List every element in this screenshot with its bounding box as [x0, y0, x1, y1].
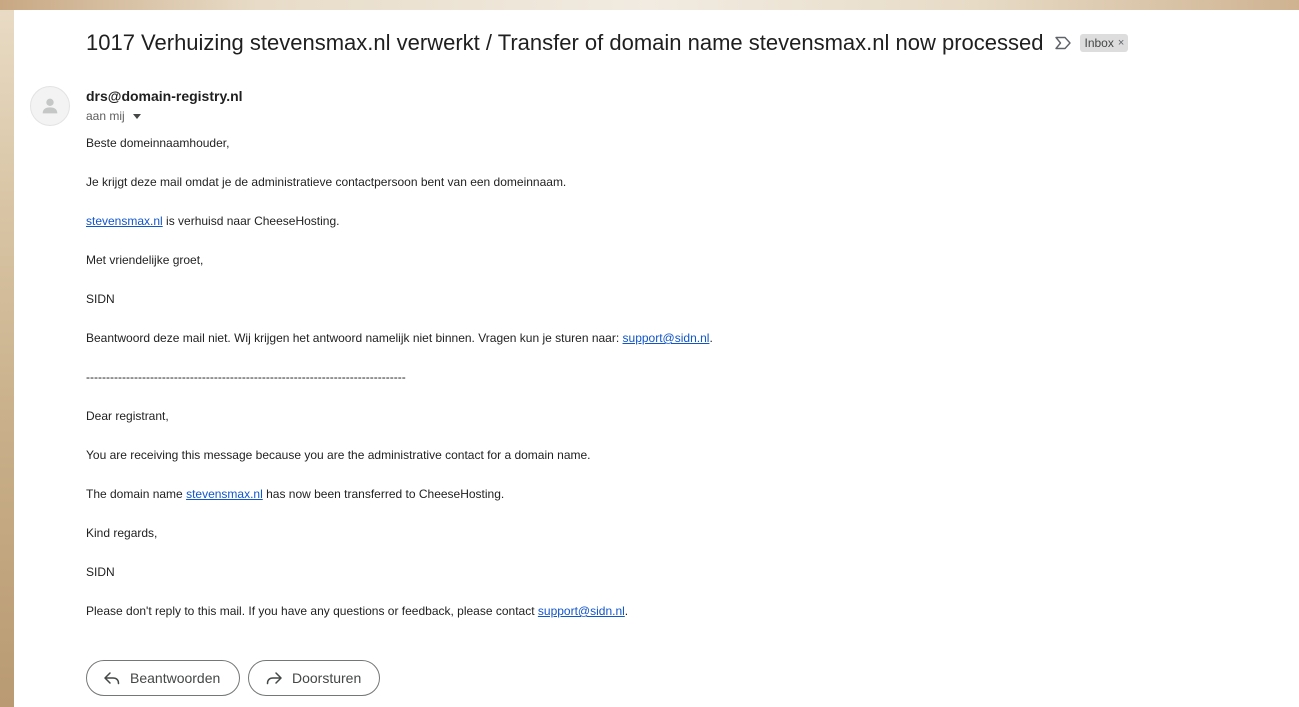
- message-actions: Beantwoorden Doorsturen: [86, 660, 380, 696]
- forward-button[interactable]: Doorsturen: [248, 660, 380, 696]
- body-line: SIDN: [86, 292, 713, 331]
- forward-button-label: Doorsturen: [292, 670, 362, 686]
- inbox-label-chip[interactable]: Inbox ×: [1080, 34, 1129, 52]
- domain-link-nl[interactable]: stevensmax.nl: [86, 214, 163, 228]
- body-line: Kind regards,: [86, 526, 713, 565]
- body-line: Please don't reply to this mail. If you …: [86, 604, 713, 643]
- email-subject: 1017 Verhuizing stevensmax.nl verwerkt /…: [86, 30, 1044, 55]
- closing-en: Kind regards,: [86, 526, 158, 540]
- remove-label-icon[interactable]: ×: [1118, 37, 1124, 49]
- person-icon: [42, 98, 58, 114]
- body-line: Beantwoord deze mail niet. Wij krijgen h…: [86, 331, 713, 370]
- subject-row: 1017 Verhuizing stevensmax.nl verwerkt /…: [86, 30, 1129, 56]
- punctuation: .: [624, 604, 629, 618]
- closing-nl: Met vriendelijke groet,: [86, 253, 204, 267]
- intro-en: You are receiving this message because y…: [86, 448, 591, 462]
- body-line: Met vriendelijke groet,: [86, 253, 713, 292]
- reply-button[interactable]: Beantwoorden: [86, 660, 240, 696]
- reply-button-label: Beantwoorden: [130, 670, 221, 686]
- inbox-label-text: Inbox: [1084, 36, 1114, 50]
- noreply-nl: Beantwoord deze mail niet. Wij krijgen h…: [86, 331, 623, 345]
- body-line: Je krijgt deze mail omdat je de administ…: [86, 175, 713, 214]
- email-view: 1017 Verhuizing stevensmax.nl verwerkt /…: [14, 10, 1299, 707]
- noreply-en: Please don't reply to this mail. If you …: [86, 604, 538, 618]
- transfer-suffix-en: has now been transferred to CheeseHostin…: [262, 487, 505, 501]
- body-line: ----------------------------------------…: [86, 370, 713, 409]
- greeting-en: Dear registrant,: [86, 409, 169, 423]
- greeting-nl: Beste domeinnaamhouder,: [86, 136, 230, 150]
- body-line: You are receiving this message because y…: [86, 448, 713, 487]
- email-body: Beste domeinnaamhouder, Je krijgt deze m…: [86, 136, 713, 643]
- forward-arrow-icon: [266, 672, 282, 685]
- reply-arrow-icon: [104, 672, 120, 685]
- signature-nl: SIDN: [86, 292, 115, 306]
- body-line: Dear registrant,: [86, 409, 713, 448]
- important-marker-icon[interactable]: [1054, 36, 1072, 50]
- transfer-prefix-en: The domain name: [86, 487, 187, 501]
- support-email-link-nl[interactable]: support@sidn.nl: [623, 331, 710, 345]
- body-line: stevensmax.nl is verhuisd naar CheeseHos…: [86, 214, 713, 253]
- support-email-link-en[interactable]: support@sidn.nl: [538, 604, 625, 618]
- intro-nl: Je krijgt deze mail omdat je de administ…: [86, 175, 567, 189]
- body-line: The domain name stevensmax.nl has now be…: [86, 487, 713, 526]
- body-line: Beste domeinnaamhouder,: [86, 136, 713, 175]
- background-strip: [0, 0, 1299, 10]
- recipient-label: aan mij: [86, 109, 125, 123]
- sender-avatar[interactable]: [30, 86, 70, 126]
- signature-en: SIDN: [86, 565, 115, 579]
- recipient-details-toggle[interactable]: aan mij: [86, 109, 141, 123]
- punctuation: .: [709, 331, 713, 345]
- transfer-text-nl: is verhuisd naar CheeseHosting.: [162, 214, 340, 228]
- chevron-down-icon[interactable]: [132, 113, 141, 119]
- sender-address[interactable]: drs@domain-registry.nl: [86, 88, 243, 104]
- domain-link-en[interactable]: stevensmax.nl: [186, 487, 263, 501]
- separator-line: ----------------------------------------…: [86, 370, 406, 384]
- body-line: SIDN: [86, 565, 713, 604]
